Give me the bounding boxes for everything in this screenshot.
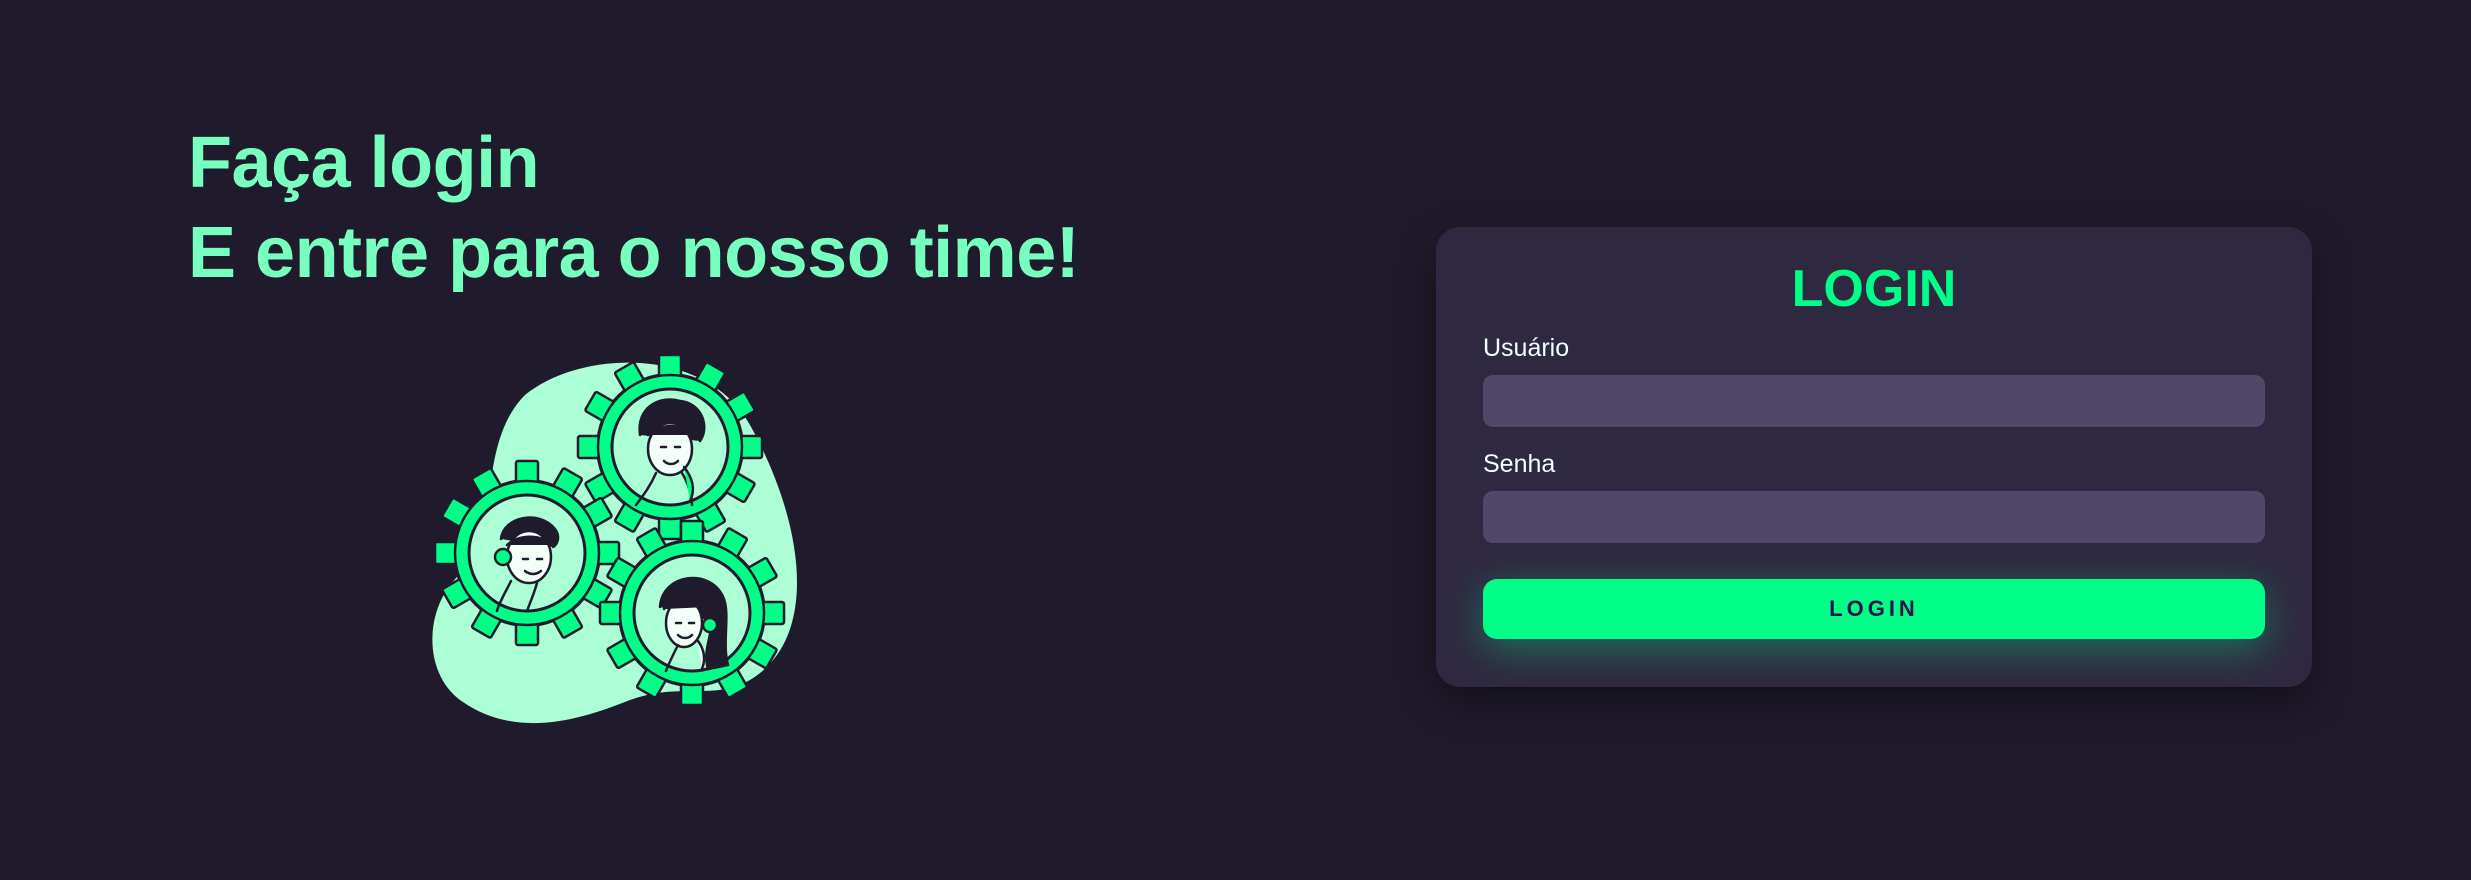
login-button[interactable]: LOGIN <box>1483 579 2265 639</box>
username-label: Usuário <box>1483 334 1570 362</box>
username-input[interactable] <box>1483 375 2265 427</box>
password-label: Senha <box>1483 450 1556 478</box>
team-gears-illustration <box>430 353 825 730</box>
hero-section: Faça login E entre para o nosso time! <box>188 118 1188 298</box>
hero-title-line2: E entre para o nosso time! <box>188 213 1080 293</box>
login-title: LOGIN <box>1791 260 1957 318</box>
hero-title-line1: Faça login <box>188 123 540 203</box>
login-card: LOGIN Usuário Senha LOGIN <box>1436 227 2312 687</box>
password-input[interactable] <box>1483 491 2265 543</box>
